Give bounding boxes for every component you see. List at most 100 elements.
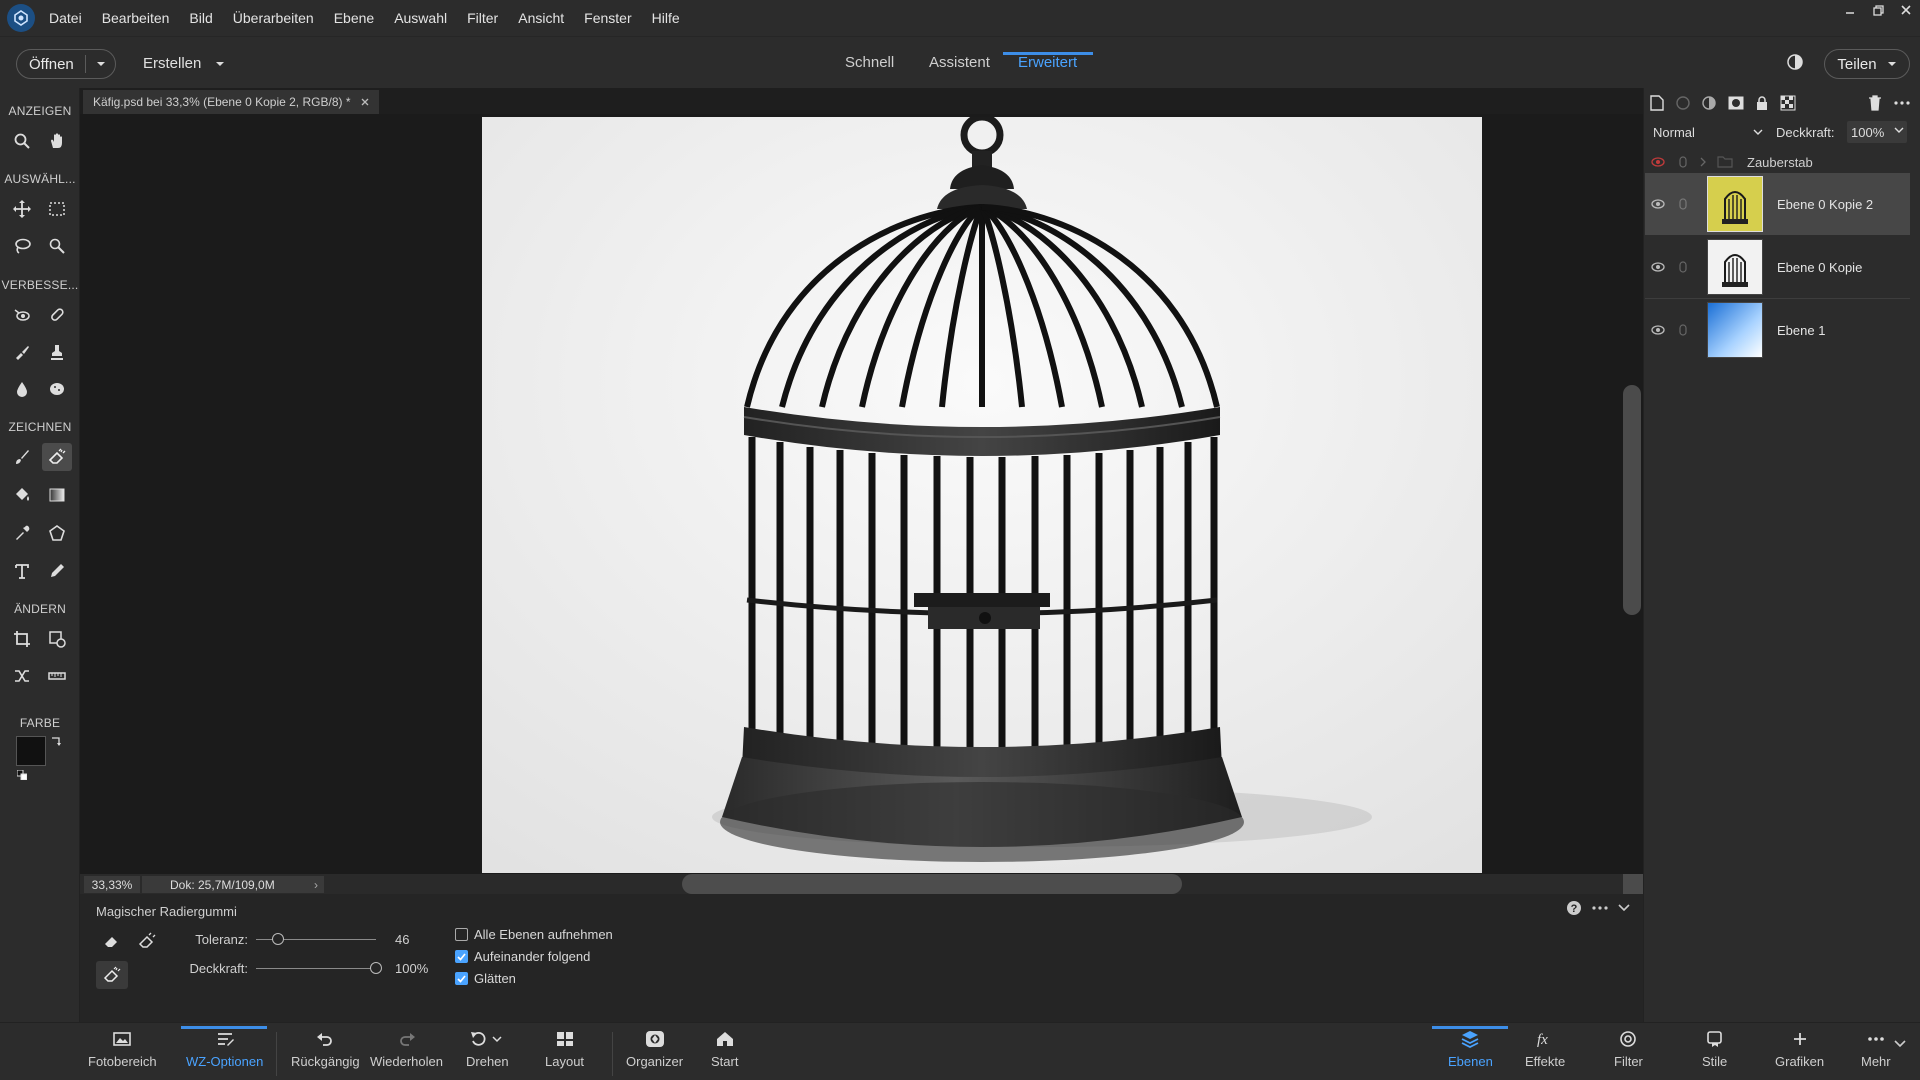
open-button[interactable]: Öffnen (16, 49, 116, 79)
trash-icon[interactable] (1868, 95, 1882, 111)
restore-icon[interactable] (1864, 0, 1892, 20)
layer-group-row[interactable]: Zauberstab (1645, 152, 1910, 172)
eye-icon[interactable] (1645, 199, 1671, 209)
magic-eraser-tool-icon[interactable] (42, 443, 72, 471)
panel-menu-icon[interactable] (1894, 101, 1910, 105)
share-button[interactable]: Teilen (1824, 49, 1910, 79)
new-layer-icon[interactable] (1650, 95, 1664, 111)
help-icon[interactable]: ? (1566, 900, 1582, 916)
create-button[interactable]: Erstellen (143, 55, 225, 72)
zoom-level[interactable]: 33,33% (84, 876, 140, 893)
magic-eraser-option-icon[interactable] (96, 961, 128, 989)
opacity-slider-knob[interactable] (370, 962, 382, 974)
recompose-tool-icon[interactable] (42, 625, 72, 653)
eye-icon[interactable] (1645, 262, 1671, 272)
move-tool-icon[interactable] (7, 195, 37, 223)
checkbox-box[interactable] (455, 928, 468, 941)
chevron-down-icon[interactable] (1894, 127, 1904, 133)
styles-panel-button[interactable]: Stile (1702, 1030, 1727, 1069)
document-size-info[interactable]: Dok: 25,7M/109,0M › (142, 876, 324, 893)
effects-panel-button[interactable]: fx Effekte (1525, 1030, 1565, 1069)
gradient-tool-icon[interactable] (42, 481, 72, 509)
document-tab[interactable]: Käfig.psd bei 33,3% (Ebene 0 Kopie 2, RG… (83, 90, 379, 114)
redo-button[interactable]: Wiederholen (370, 1030, 443, 1069)
link-icon[interactable] (1671, 156, 1695, 168)
chevron-right-icon[interactable] (1695, 157, 1711, 167)
anti-alias-checkbox[interactable]: Glätten (455, 971, 516, 986)
close-icon[interactable] (1892, 0, 1920, 20)
paint-bucket-icon[interactable] (7, 481, 37, 509)
marquee-tool-icon[interactable] (42, 195, 72, 223)
lock-all-icon[interactable] (1756, 96, 1768, 110)
contiguous-checkbox[interactable]: Aufeinander folgend (455, 949, 590, 964)
undo-button[interactable]: Rückgängig (291, 1030, 360, 1069)
type-tool-icon[interactable] (7, 557, 37, 585)
menu-bearbeiten[interactable]: Bearbeiten (102, 10, 170, 26)
more-options-icon[interactable] (1592, 906, 1608, 910)
eyedropper-tool-icon[interactable] (7, 519, 37, 547)
theme-contrast-icon[interactable] (1786, 53, 1804, 71)
rotate-button[interactable]: Drehen (466, 1030, 509, 1069)
smart-brush-icon[interactable] (7, 338, 37, 366)
layer-thumbnail[interactable] (1707, 239, 1763, 295)
home-button[interactable]: Start (711, 1030, 738, 1069)
red-eye-tool-icon[interactable] (7, 301, 37, 329)
sample-all-layers-checkbox[interactable]: Alle Ebenen aufnehmen (455, 927, 613, 942)
more-panel-button[interactable]: Mehr (1861, 1030, 1891, 1069)
foreground-color-swatch[interactable] (16, 736, 46, 766)
blend-mode-select[interactable]: Normal (1653, 122, 1763, 142)
background-eraser-option-icon[interactable] (131, 927, 163, 955)
layout-button[interactable]: Layout (545, 1030, 584, 1069)
menu-ueberarbeiten[interactable]: Überarbeiten (233, 10, 314, 26)
layer-row[interactable]: Ebene 0 Kopie (1645, 236, 1910, 298)
hidden-eye-icon[interactable] (1645, 157, 1671, 167)
chevron-down-icon[interactable] (1894, 1040, 1906, 1048)
blur-tool-icon[interactable] (7, 375, 37, 403)
app-logo-icon[interactable] (7, 4, 35, 32)
layer-mask-icon[interactable] (1728, 96, 1744, 110)
straighten-tool-icon[interactable] (42, 662, 72, 690)
link-icon[interactable] (1671, 324, 1695, 336)
spot-healing-brush-icon[interactable] (42, 301, 72, 329)
vertical-scrollbar-thumb[interactable] (1623, 385, 1641, 615)
new-group-icon[interactable] (1676, 96, 1690, 110)
menu-filter[interactable]: Filter (467, 10, 498, 26)
swap-colors-icon[interactable] (50, 736, 62, 748)
adjustment-layer-icon[interactable] (1702, 96, 1716, 110)
clone-stamp-icon[interactable] (42, 338, 72, 366)
chevron-down-icon[interactable] (1618, 904, 1630, 912)
sponge-tool-icon[interactable] (42, 375, 72, 403)
photo-bin-button[interactable]: Fotobereich (88, 1030, 157, 1069)
hand-tool-icon[interactable] (42, 127, 72, 155)
lock-transparency-icon[interactable] (1780, 95, 1796, 111)
quick-selection-tool-icon[interactable] (42, 232, 72, 260)
content-aware-move-icon[interactable] (7, 662, 37, 690)
close-tab-icon[interactable] (361, 98, 369, 106)
organizer-button[interactable]: Organizer (626, 1030, 683, 1069)
layers-panel-button[interactable]: Ebenen (1448, 1030, 1493, 1069)
tab-schnell[interactable]: Schnell (845, 54, 894, 71)
pencil-tool-icon[interactable] (42, 557, 72, 585)
menu-datei[interactable]: Datei (49, 10, 82, 26)
checkbox-box[interactable] (455, 950, 468, 963)
tool-options-button[interactable]: WZ-Optionen (186, 1030, 263, 1069)
graphics-panel-button[interactable]: Grafiken (1775, 1030, 1824, 1069)
menu-hilfe[interactable]: Hilfe (652, 10, 680, 26)
lasso-tool-icon[interactable] (7, 232, 37, 260)
chevron-down-icon[interactable] (86, 61, 115, 67)
layer-thumbnail[interactable] (1707, 302, 1763, 358)
menu-ebene[interactable]: Ebene (334, 10, 374, 26)
checkbox-box[interactable] (455, 972, 468, 985)
brush-tool-icon[interactable] (7, 443, 37, 471)
image-canvas[interactable] (482, 117, 1482, 873)
horizontal-scrollbar-thumb[interactable] (682, 874, 1182, 894)
menu-auswahl[interactable]: Auswahl (394, 10, 447, 26)
tab-erweitert[interactable]: Erweitert (1018, 54, 1077, 71)
chevron-right-icon[interactable]: › (314, 878, 318, 892)
menu-bild[interactable]: Bild (189, 10, 212, 26)
eye-icon[interactable] (1645, 325, 1671, 335)
menu-ansicht[interactable]: Ansicht (518, 10, 564, 26)
menu-fenster[interactable]: Fenster (584, 10, 631, 26)
layer-thumbnail[interactable] (1707, 176, 1763, 232)
opacity-slider-track[interactable] (256, 968, 376, 969)
